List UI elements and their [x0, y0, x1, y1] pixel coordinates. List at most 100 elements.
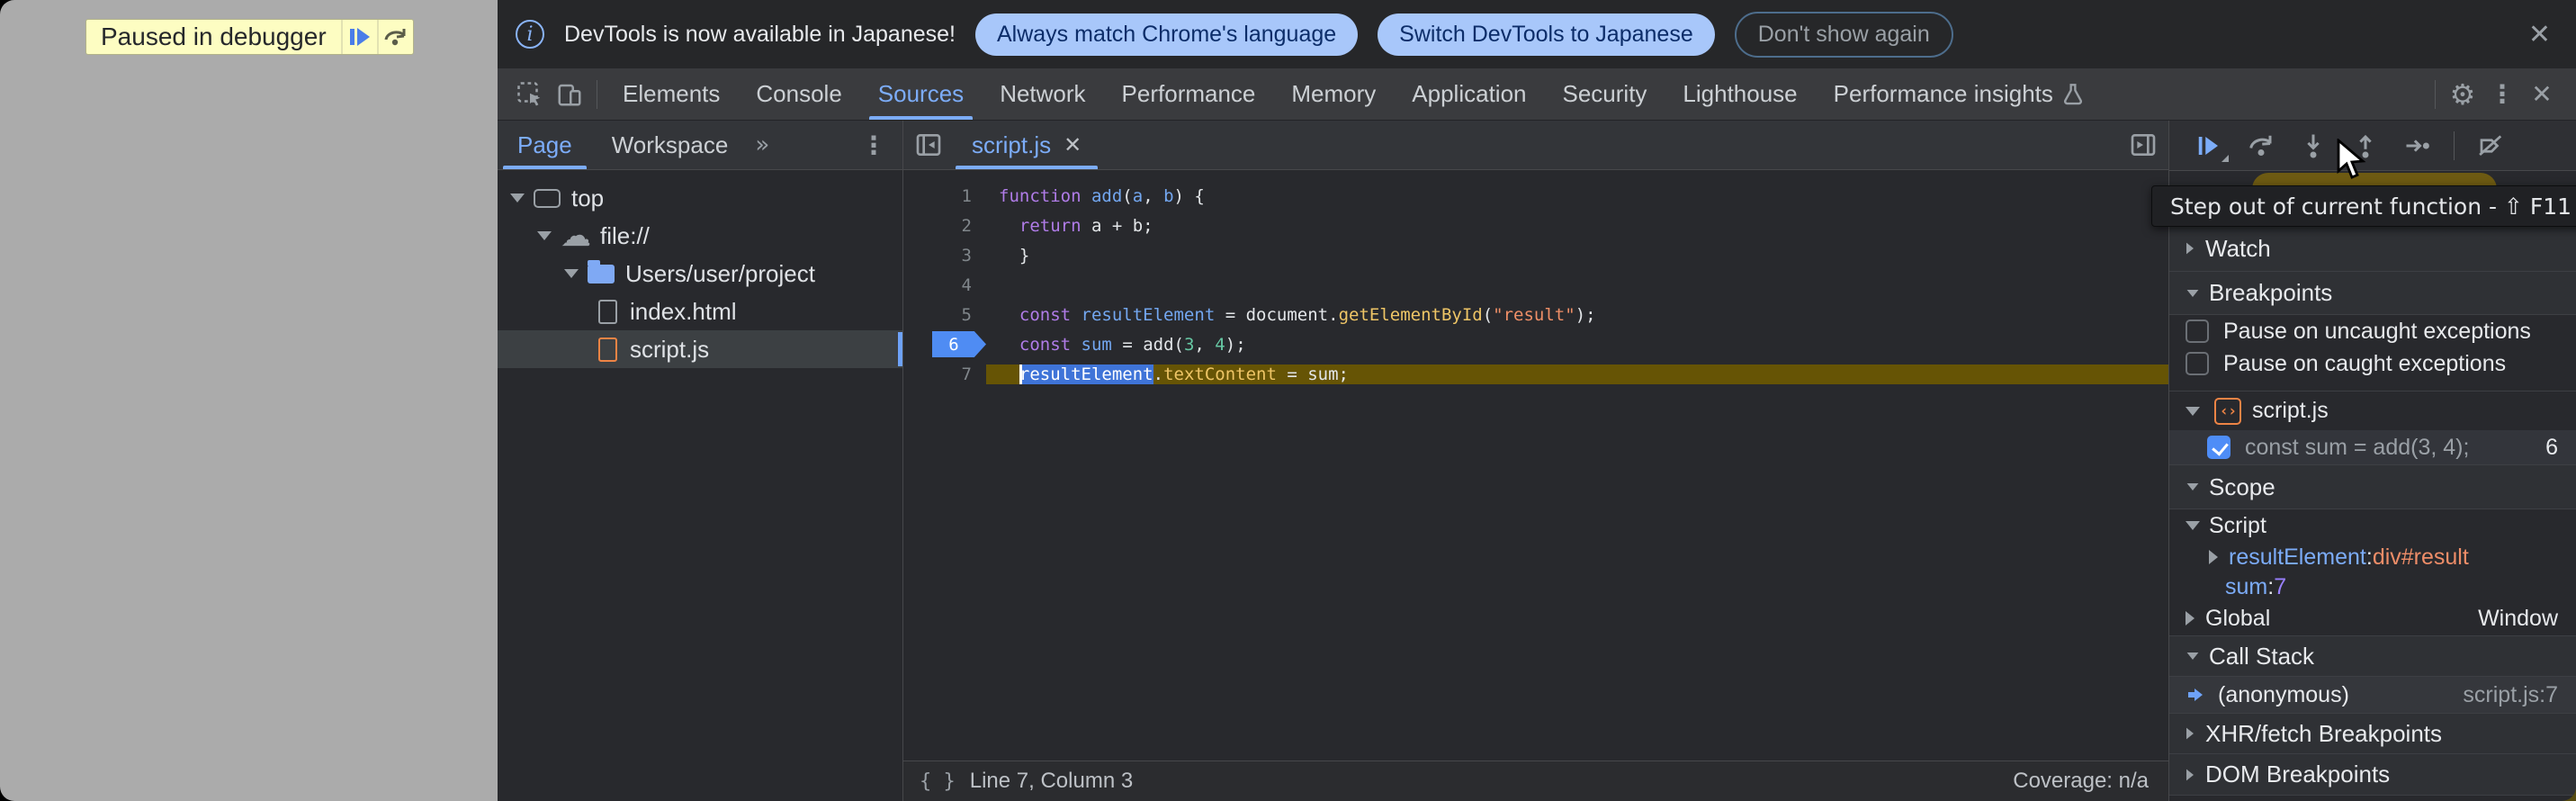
tab-elements[interactable]: Elements [605, 68, 738, 120]
navigator-tab-page[interactable]: Page [498, 121, 592, 169]
breakpoint-file-group[interactable]: ‹› script.js [2169, 391, 2576, 430]
code-line[interactable]: 1 function add(a, b) { [903, 181, 2168, 211]
caret-down-icon [2187, 483, 2199, 490]
scope-section-header[interactable]: Scope [2169, 464, 2576, 509]
code-line[interactable]: 2 return a + b; [903, 211, 2168, 240]
language-infobar: i DevTools is now available in Japanese!… [498, 0, 2576, 68]
step-out-tooltip: Step out of current function - ⇧ F11 - ⌘… [2151, 185, 2576, 227]
step-over-icon [383, 27, 408, 47]
switch-japanese-button[interactable]: Switch DevTools to Japanese [1378, 14, 1715, 56]
code-line[interactable]: 5 const resultElement = document.getElem… [903, 300, 2168, 329]
tab-console[interactable]: Console [738, 68, 859, 120]
tree-item-script-js[interactable]: script.js [498, 330, 902, 368]
js-file-icon [598, 338, 617, 362]
source-code-editor[interactable]: 1 function add(a, b) { 2 return a + b; 3… [903, 170, 2168, 760]
line-number[interactable]: 1 [903, 186, 986, 206]
tree-item-file-origin[interactable]: ☁ file:// [498, 217, 902, 255]
caret-right-icon [2209, 550, 2218, 564]
hide-navigator-icon[interactable] [903, 121, 954, 169]
tab-performance-insights[interactable]: Performance insights [1816, 68, 2102, 120]
coverage-status: Coverage: n/a [2013, 769, 2168, 794]
editor-status-bar: { } Line 7, Column 3 Coverage: n/a [903, 760, 2168, 801]
code-line-execution[interactable]: 7 resultElement.textContent = sum; [903, 359, 2168, 389]
editor-tab-script-js[interactable]: script.js ✕ [954, 121, 1100, 169]
line-number[interactable]: 7 [903, 364, 986, 384]
resume-script-button[interactable] [341, 20, 377, 54]
devtools-close-icon[interactable]: ✕ [2522, 75, 2562, 114]
more-options-kebab-icon[interactable]: ⋮ [2482, 75, 2522, 114]
step-into-button[interactable] [2290, 126, 2337, 166]
code-line[interactable]: 3 } [903, 240, 2168, 270]
scope-var-sum[interactable]: sum: 7 [2169, 572, 2576, 601]
tree-item-index-html[interactable]: index.html [498, 292, 902, 330]
experiment-flask-icon [2062, 83, 2084, 106]
settings-gear-icon[interactable]: ⚙ [2443, 75, 2482, 114]
tab-close-icon[interactable]: ✕ [1064, 132, 1082, 158]
caret-down-icon [564, 269, 579, 278]
caret-right-icon [2186, 243, 2194, 255]
hide-debugger-sidebar-icon[interactable] [2118, 121, 2168, 169]
breakpoint-marker[interactable]: 6 [932, 331, 986, 357]
resume-icon [350, 28, 370, 46]
tab-security[interactable]: Security [1545, 68, 1665, 120]
pause-on-caught-row[interactable]: Pause on caught exceptions [2169, 347, 2576, 380]
call-stack-section-header[interactable]: Call Stack [2169, 635, 2576, 677]
tab-sources[interactable]: Sources [860, 68, 982, 120]
breakpoints-section-header[interactable]: Breakpoints [2169, 272, 2576, 315]
navigator-tab-workspace[interactable]: Workspace [592, 121, 749, 169]
call-stack-frame[interactable]: (anonymous) script.js:7 [2169, 677, 2576, 713]
dom-breakpoints-section-header[interactable]: DOM Breakpoints [2169, 754, 2576, 796]
line-number[interactable]: 5 [903, 305, 986, 325]
scope-global-row[interactable]: Global Window [2169, 601, 2576, 635]
step-over-button[interactable] [377, 20, 413, 54]
tab-application[interactable]: Application [1394, 68, 1544, 120]
dont-show-again-button[interactable]: Don't show again [1735, 12, 1953, 58]
caret-down-icon [537, 231, 552, 240]
pause-uncaught-checkbox[interactable] [2186, 320, 2209, 343]
pretty-print-icon[interactable]: { } [903, 770, 970, 793]
caret-down-icon [2186, 407, 2200, 416]
tab-performance[interactable]: Performance [1104, 68, 1274, 120]
file-icon [598, 300, 617, 324]
device-toolbar-icon[interactable] [550, 75, 589, 114]
tab-lighthouse[interactable]: Lighthouse [1665, 68, 1815, 120]
frame-icon [534, 189, 561, 208]
current-frame-arrow-icon [2186, 684, 2207, 706]
tree-item-top[interactable]: top [498, 179, 902, 217]
code-line-breakpoint[interactable]: 6 const sum = add(3, 4); [903, 329, 2168, 359]
step-over-icon [2248, 132, 2275, 159]
tab-network[interactable]: Network [982, 68, 1103, 120]
pause-caught-checkbox[interactable] [2186, 352, 2209, 375]
breakpoint-checkbox[interactable] [2207, 436, 2230, 459]
divider [2454, 131, 2455, 160]
global-value: Window [2478, 606, 2576, 632]
step-button[interactable] [2394, 126, 2441, 166]
frame-location: script.js:7 [2463, 682, 2576, 708]
infobar-message: DevTools is now available in Japanese! [564, 22, 956, 48]
caret-down-icon [2187, 652, 2199, 660]
paused-label: Paused in debugger [86, 20, 341, 54]
breakpoint-entry[interactable]: const sum = add(3, 4); 6 [2169, 430, 2576, 464]
deactivate-breakpoints-button[interactable] [2467, 126, 2514, 166]
folder-icon [588, 265, 615, 284]
match-language-button[interactable]: Always match Chrome's language [975, 14, 1358, 56]
tab-memory[interactable]: Memory [1273, 68, 1394, 120]
resume-button[interactable] [2186, 126, 2232, 166]
code-line[interactable]: 4 [903, 270, 2168, 300]
watch-section-header[interactable]: Watch [2169, 225, 2576, 272]
tabbar-right-controls: ⚙ ⋮ ✕ [2428, 75, 2576, 114]
tree-item-project-folder[interactable]: Users/user/project [498, 255, 902, 292]
more-tabs-icon[interactable]: » [748, 131, 776, 158]
scope-var-resultElement[interactable]: resultElement: div#result [2169, 542, 2576, 572]
pause-on-uncaught-row[interactable]: Pause on uncaught exceptions [2169, 315, 2576, 347]
caret-right-icon [2186, 611, 2195, 626]
navigator-kebab-icon[interactable]: ⋮ [861, 130, 902, 160]
xhr-breakpoints-section-header[interactable]: XHR/fetch Breakpoints [2169, 713, 2576, 754]
line-number[interactable]: 3 [903, 246, 986, 266]
inspect-element-icon[interactable] [510, 75, 550, 114]
step-over-button[interactable] [2238, 126, 2284, 166]
line-number[interactable]: 2 [903, 216, 986, 236]
scope-script-row[interactable]: Script [2169, 509, 2576, 542]
infobar-close-icon[interactable]: ✕ [2523, 19, 2556, 50]
line-number[interactable]: 4 [903, 275, 986, 295]
